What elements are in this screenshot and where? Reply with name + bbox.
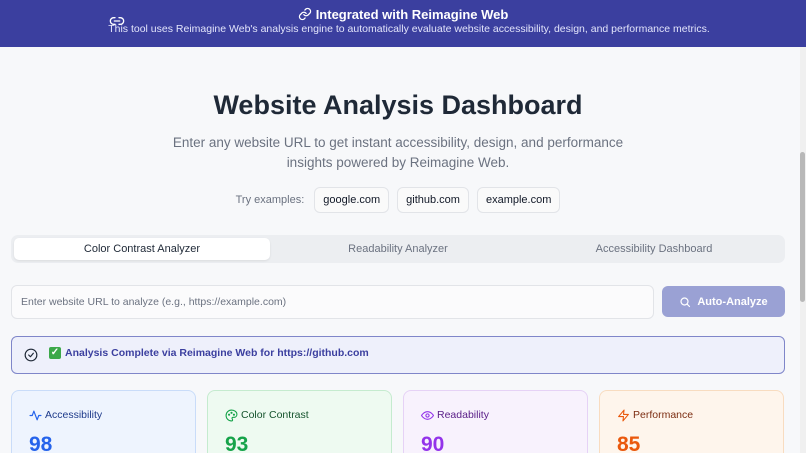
- url-input[interactable]: [11, 285, 654, 319]
- page-subtitle: Enter any website URL to get instant acc…: [172, 135, 624, 170]
- status-text: Analysis Complete via Reimagine Web for …: [65, 347, 369, 359]
- metric-value: 93: [225, 433, 249, 453]
- tab-readability[interactable]: Readability Analyzer: [270, 238, 526, 260]
- metric-card-color-contrast: Color Contrast 93: [207, 390, 392, 453]
- metric-card-accessibility: Accessibility 98: [11, 390, 196, 453]
- check-circle-icon: [24, 348, 38, 362]
- metric-card-performance: Performance 85: [599, 390, 784, 453]
- eye-icon: [421, 411, 434, 420]
- integration-banner: Integrated with Reimagine Web This tool …: [0, 0, 806, 47]
- examples-label: Try examples:: [235, 194, 305, 206]
- metric-label: Readability: [437, 409, 489, 421]
- scrollbar-thumb[interactable]: [800, 152, 805, 302]
- metric-label: Accessibility: [45, 409, 103, 421]
- metric-card-readability: Readability 90: [403, 390, 588, 453]
- check-badge-icon: ✓: [49, 347, 61, 359]
- analysis-status: ✓ Analysis Complete via Reimagine Web fo…: [11, 336, 785, 374]
- auto-analyze-button[interactable]: Auto-Analyze: [662, 286, 785, 317]
- examples-row: Try examples: google.com github.com exam…: [0, 187, 796, 213]
- metric-label: Color Contrast: [241, 409, 309, 421]
- tab-accessibility-dashboard[interactable]: Accessibility Dashboard: [526, 238, 782, 260]
- analyzer-tabs: Color Contrast Analyzer Readability Anal…: [11, 235, 785, 263]
- example-chip-example[interactable]: example.com: [476, 187, 561, 213]
- metric-value: 85: [617, 433, 641, 453]
- page-title: Website Analysis Dashboard: [213, 90, 583, 120]
- example-chip-github[interactable]: github.com: [397, 187, 469, 213]
- search-icon: [680, 296, 691, 307]
- metric-value: 90: [421, 433, 445, 453]
- auto-analyze-label: Auto-Analyze: [697, 295, 768, 308]
- tab-color-contrast[interactable]: Color Contrast Analyzer: [14, 238, 270, 260]
- activity-icon: [29, 410, 42, 421]
- link-icon: [298, 7, 311, 21]
- zap-icon: [618, 409, 629, 422]
- banner-title: Integrated with Reimagine Web: [0, 7, 806, 22]
- example-chip-google[interactable]: google.com: [314, 187, 390, 213]
- banner-description: This tool uses Reimagine Web's analysis …: [108, 23, 710, 35]
- metric-label: Performance: [633, 409, 694, 421]
- banner-title-text: Integrated with Reimagine Web: [315, 7, 509, 22]
- metric-value: 98: [29, 433, 53, 453]
- palette-icon: [225, 409, 238, 422]
